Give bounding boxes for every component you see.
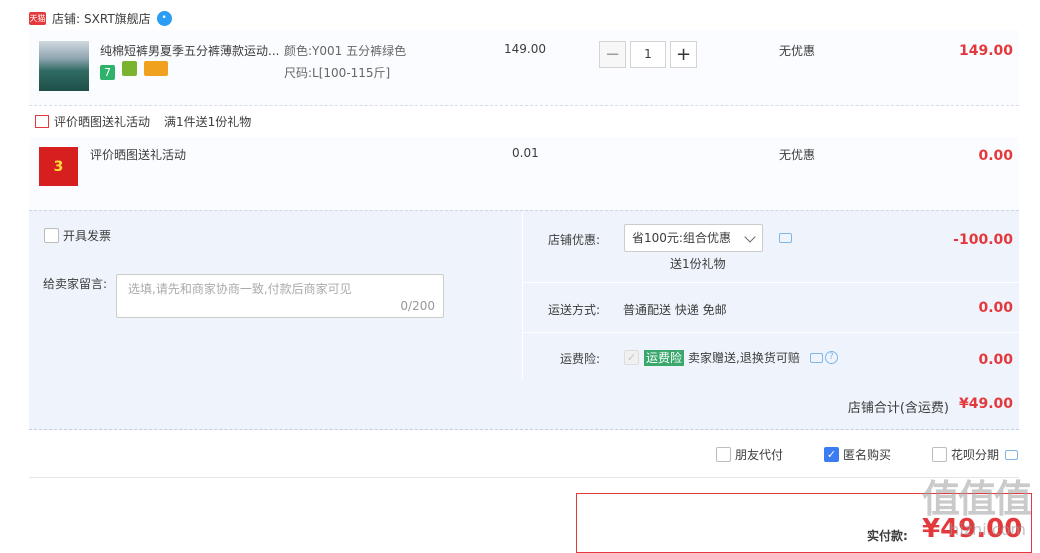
anonymous-label: 匿名购买 bbox=[843, 448, 892, 462]
insurance-amount: 0.00 bbox=[978, 352, 1013, 368]
insurance-checkbox: ✓ bbox=[624, 350, 639, 365]
item-subtotal: 149.00 bbox=[958, 43, 1013, 59]
anonymous-checkbox[interactable]: ✓ bbox=[824, 447, 839, 462]
gift-title: 评价晒图送礼活动 bbox=[54, 114, 151, 129]
shop-discount-select[interactable]: 省100元:组合优惠 bbox=[624, 224, 763, 252]
buyer-options: 开具发票 给卖家留言: 选填,请先和商家协商一致,付款后商家可见 0/200 bbox=[29, 211, 523, 379]
insurance-tag: 运费险 bbox=[644, 349, 685, 366]
order-item-gift: 3 评价晒图送礼活动 0.01 无优惠 0.00 bbox=[29, 137, 1019, 210]
shipping-method: 普通配送 快递 免邮 bbox=[623, 303, 727, 317]
order-item-shorts: 纯棉短裤男夏季五分裤薄款运动... 7 颜色:Y001 五分裤绿色 尺码:L[1… bbox=[29, 30, 1019, 106]
credit-card-icon[interactable] bbox=[143, 61, 168, 76]
insurance-desc: 卖家赠送,退换货可赔 bbox=[688, 351, 800, 365]
item-discount: 无优惠 bbox=[779, 44, 816, 58]
message-char-count: 0/200 bbox=[400, 299, 435, 313]
friend-pay-option[interactable]: 朋友代付 bbox=[716, 446, 783, 463]
shop-discount-label: 店铺优惠: bbox=[548, 233, 601, 247]
gift-thumbnail[interactable]: 3 bbox=[39, 147, 78, 186]
quantity-input[interactable]: 1 bbox=[630, 41, 666, 68]
quantity-increase-button[interactable]: + bbox=[670, 41, 697, 68]
gift-subtotal: 0.00 bbox=[978, 148, 1013, 164]
shipping-row: 运送方式: 普通配送 快递 免邮 0.00 bbox=[523, 283, 1019, 333]
gift-discount: 无优惠 bbox=[779, 148, 816, 162]
shop-discount-row: 店铺优惠: 省100元:组合优惠 送1份礼物 -100.00 bbox=[523, 211, 1019, 283]
pay-label: 实付款: bbox=[867, 529, 908, 543]
product-badges: 7 bbox=[100, 61, 171, 80]
huabei-label: 花呗分期 bbox=[951, 448, 1000, 462]
shop-discount-note: 送1份礼物 bbox=[670, 257, 726, 271]
discount-info-icon[interactable] bbox=[779, 233, 792, 243]
seller-message-input[interactable]: 选填,请先和商家协商一致,付款后商家可见 0/200 bbox=[116, 274, 444, 318]
insurance-row: 运费险: ✓ 运费险 卖家赠送,退换货可赔 ? 0.00 bbox=[523, 333, 1019, 379]
anonymous-option[interactable]: ✓ 匿名购买 bbox=[824, 446, 891, 463]
shop-label: 店铺: bbox=[52, 11, 81, 26]
product-size: 尺码:L[100-115斤] bbox=[284, 66, 391, 80]
friend-pay-checkbox[interactable] bbox=[716, 447, 731, 462]
shop-total-amount: ¥49.00 bbox=[958, 396, 1013, 412]
product-thumbnail[interactable] bbox=[39, 41, 89, 91]
message-placeholder: 选填,请先和商家协商一致,付款后商家可见 bbox=[128, 282, 352, 296]
shop-header: 天猫 店铺: SXRT旗舰店 • bbox=[29, 6, 172, 30]
quantity-decrease-button[interactable]: − bbox=[599, 41, 626, 68]
order-options-panel: 开具发票 给卖家留言: 选填,请先和商家协商一致,付款后商家可见 0/200 店… bbox=[29, 210, 1019, 430]
friend-pay-label: 朋友代付 bbox=[735, 448, 784, 462]
huabei-option[interactable]: 花呗分期 bbox=[932, 446, 1019, 463]
invoice-option[interactable]: 开具发票 bbox=[44, 227, 111, 244]
watermark-site: hizhi.com bbox=[949, 520, 1026, 539]
watermark-logo: 值值值 bbox=[921, 477, 1032, 521]
gift-unit-price: 0.01 bbox=[512, 146, 539, 160]
message-label: 给卖家留言: bbox=[43, 277, 108, 291]
help-icon[interactable]: ? bbox=[824, 351, 838, 364]
insurance-chat-icon[interactable] bbox=[809, 352, 823, 363]
quantity-stepper: − 1 + bbox=[599, 41, 697, 68]
huabei-checkbox[interactable] bbox=[932, 447, 947, 462]
gift-desc: 满1件送1份礼物 bbox=[164, 114, 252, 129]
insurance-option: ✓ 运费险 卖家赠送,退换货可赔 ? bbox=[624, 349, 838, 366]
shop-name-link[interactable]: SXRT旗舰店 bbox=[84, 10, 151, 27]
huabei-info-icon[interactable] bbox=[1005, 449, 1019, 460]
chevron-down-icon bbox=[744, 231, 756, 243]
invoice-checkbox[interactable] bbox=[44, 228, 59, 243]
shop-discount-amount: -100.00 bbox=[953, 232, 1013, 248]
shipping-label: 运送方式: bbox=[548, 303, 601, 317]
seven-day-return-icon[interactable]: 7 bbox=[100, 65, 115, 80]
shop-total-row: 店铺合计(含运费) ¥49.00 bbox=[29, 379, 1019, 430]
product-color: 颜色:Y001 五分裤绿色 bbox=[284, 44, 407, 58]
guarantee-icon[interactable] bbox=[121, 61, 137, 76]
insurance-label: 运费险: bbox=[560, 352, 601, 366]
tmall-logo-icon: 天猫 bbox=[29, 11, 46, 25]
shop-total-label: 店铺合计(含运费) bbox=[847, 401, 949, 416]
shipping-amount: 0.00 bbox=[978, 300, 1013, 316]
unit-price: 149.00 bbox=[504, 42, 546, 56]
product-title[interactable]: 纯棉短裤男夏季五分裤薄款运动... bbox=[100, 42, 280, 59]
invoice-label: 开具发票 bbox=[63, 229, 112, 243]
wangwang-chat-icon[interactable]: • bbox=[156, 10, 172, 26]
shop-discount-selected: 省100元:组合优惠 bbox=[632, 231, 731, 245]
gift-icon bbox=[35, 114, 49, 128]
gift-item-title[interactable]: 评价晒图送礼活动 bbox=[90, 146, 186, 163]
gift-promo-row: 评价晒图送礼活动 满1件送1份礼物 bbox=[29, 106, 1019, 136]
payment-options: 朋友代付 ✓ 匿名购买 花呗分期 bbox=[29, 440, 1019, 478]
